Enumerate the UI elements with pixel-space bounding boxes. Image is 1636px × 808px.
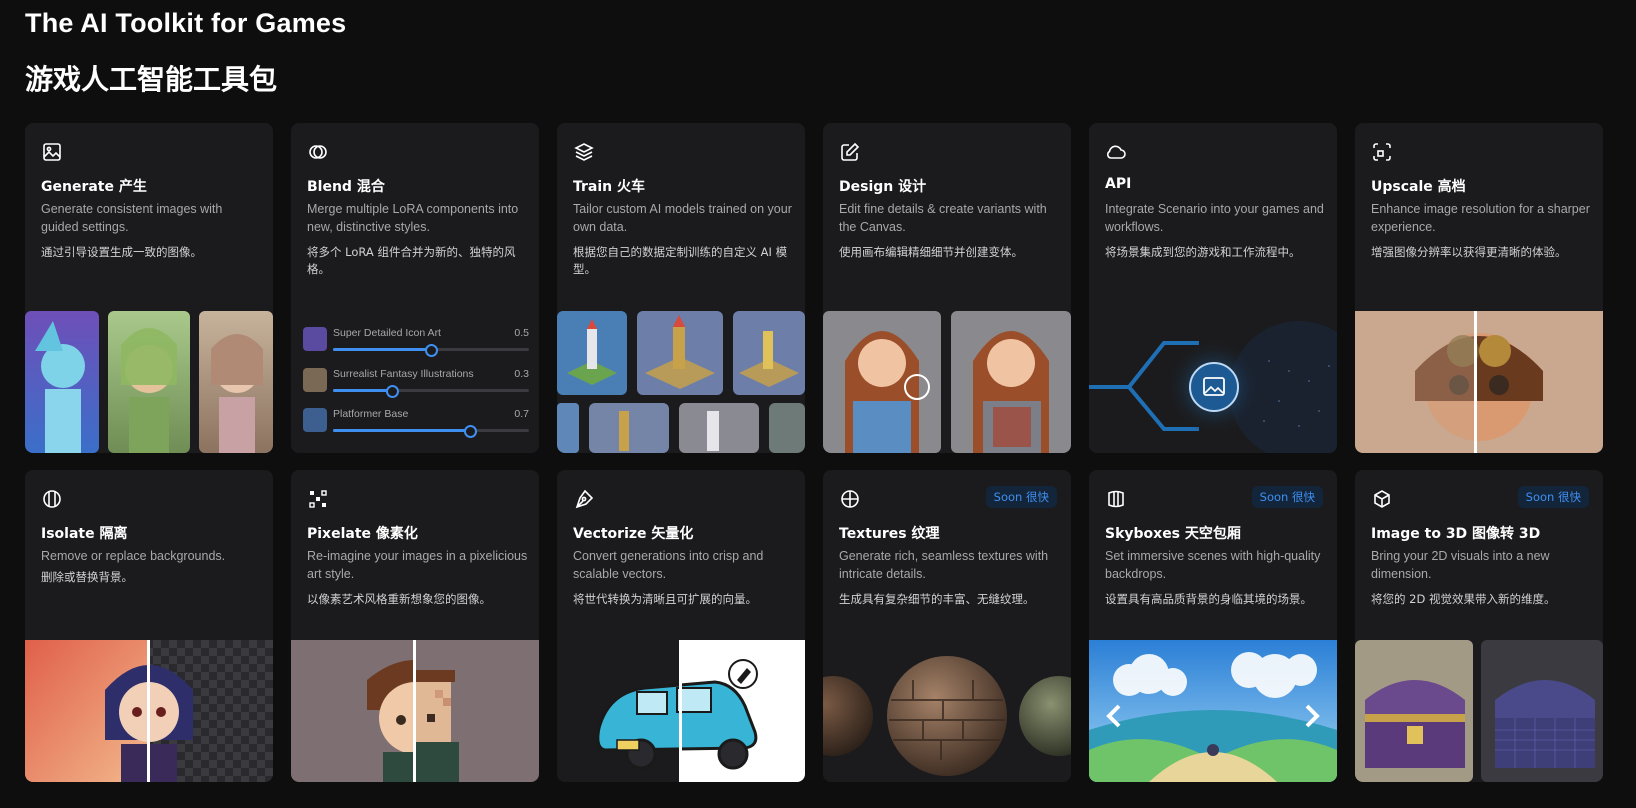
card-generate[interactable]: Generate 产生 Generate consistent images w…: [25, 123, 273, 453]
page-title: The AI Toolkit for Games: [25, 8, 347, 38]
pen-icon: [573, 488, 595, 510]
card-description-cn: 使用画布编辑精细细节并创建变体。: [839, 245, 1023, 259]
pixelate-icon: [307, 488, 329, 510]
slider-fill: [333, 429, 471, 432]
upscale-icon: [1371, 141, 1393, 163]
card-description-cn: 设置具有高品质背景的身临其境的场景。: [1105, 592, 1312, 606]
card-design[interactable]: Design 设计 Edit fine details & create var…: [823, 123, 1071, 453]
card-description: Set immersive scenes with high-quality b…: [1105, 549, 1321, 581]
card-isolate[interactable]: Isolate 隔离 Remove or replace backgrounds…: [25, 470, 273, 782]
card-description-cn: 以像素艺术风格重新想象您的图像。: [307, 592, 491, 606]
card-textures[interactable]: Soon 很快 Textures 纹理 Generate rich, seaml…: [823, 470, 1071, 782]
card-title: Blend 混合: [307, 179, 385, 195]
card-description: Generate rich, seamless textures with in…: [839, 549, 1049, 581]
image-icon: [41, 141, 63, 163]
page-subtitle-cn: 游戏人工智能工具包: [25, 63, 278, 96]
edit-icon: [839, 141, 861, 163]
vectorize-comparison-image: [557, 640, 805, 782]
slider-row[interactable]: Super Detailed Icon Art 0.5: [303, 327, 529, 357]
card-title: Image to 3D 图像转 3D: [1371, 526, 1541, 542]
status-badge: Soon 很快: [1251, 486, 1323, 508]
card-description-cn: 增强图像分辨率以获得更清晰的体验。: [1371, 245, 1567, 259]
card-description: Convert generations into crisp and scala…: [573, 549, 764, 581]
api-illustration: [1089, 311, 1337, 453]
card-description-cn: 将您的 2D 视觉效果带入新的维度。: [1371, 592, 1556, 606]
card-description: Integrate Scenario into your games and w…: [1105, 202, 1324, 234]
card-description-cn: 将多个 LoRA 组件合并为新的、独特的风格。: [307, 245, 516, 276]
slider-knob[interactable]: [425, 344, 438, 357]
card-title: Generate 产生: [41, 179, 147, 195]
toolkit-page: The AI Toolkit for Games 游戏人工智能工具包 Gener…: [0, 0, 1636, 808]
card-description-cn: 删除或替换背景。: [41, 570, 133, 584]
slider-value: 0.3: [514, 368, 529, 380]
card-description-cn: 将场景集成到您的游戏和工作流程中。: [1105, 245, 1301, 259]
card-vectorize[interactable]: Vectorize 矢量化 Convert generations into c…: [557, 470, 805, 782]
card-title: Train 火车: [573, 179, 646, 195]
card-description: Tailor custom AI models trained on your …: [573, 202, 792, 234]
isolate-comparison-image: [25, 640, 273, 782]
slider-knob[interactable]: [464, 425, 478, 438]
isolate-icon: [41, 488, 63, 510]
cylinder-icon: [1105, 488, 1127, 510]
cube-icon: [1371, 488, 1393, 510]
card-title: Design 设计: [839, 179, 927, 195]
image-to-3d-preview: [1355, 640, 1603, 782]
textures-spheres-image: [823, 640, 1071, 782]
slider-fill: [333, 389, 392, 392]
globe-icon: [839, 488, 861, 510]
cloud-icon: [1105, 141, 1127, 163]
upscale-comparison-image: [1355, 311, 1603, 453]
lora-thumbnail: [303, 408, 327, 432]
lora-thumbnail: [303, 327, 327, 351]
lora-thumbnail: [303, 368, 327, 392]
slider-track[interactable]: [333, 425, 529, 438]
blend-sliders: Super Detailed Icon Art 0.5 Surrealist F…: [291, 311, 539, 453]
train-preview-images: [557, 311, 805, 453]
card-description: Bring your 2D visuals into a new dimensi…: [1371, 549, 1550, 581]
card-pixelate[interactable]: Pixelate 像素化 Re-imagine your images in a…: [291, 470, 539, 782]
card-title: Pixelate 像素化: [307, 526, 418, 542]
design-preview-images: [823, 311, 1071, 453]
card-description: Merge multiple LoRA components into new,…: [307, 202, 519, 234]
card-description: Remove or replace backgrounds.: [41, 549, 226, 563]
pixelate-comparison-image: [291, 640, 539, 782]
status-badge: Soon 很快: [985, 486, 1057, 508]
card-description: Enhance image resolution for a sharper e…: [1371, 202, 1590, 234]
card-description: Generate consistent images with guided s…: [41, 202, 223, 234]
slider-fill: [333, 348, 431, 351]
card-title: API: [1105, 176, 1132, 192]
layers-icon: [573, 141, 595, 163]
slider-knob[interactable]: [385, 385, 399, 398]
card-description-cn: 通过引导设置生成一致的图像。: [41, 245, 202, 259]
card-description: Re-imagine your images in a pixelicious …: [307, 549, 528, 581]
card-train[interactable]: Train 火车 Tailor custom AI models trained…: [557, 123, 805, 453]
slider-label: Super Detailed Icon Art: [333, 327, 441, 339]
card-title: Upscale 高档: [1371, 179, 1466, 195]
card-description-cn: 根据您自己的数据定制训练的自定义 AI 模型。: [573, 245, 788, 276]
generate-preview-images: [25, 311, 273, 453]
slider-value: 0.5: [514, 327, 529, 339]
card-upscale[interactable]: Upscale 高档 Enhance image resolution for …: [1355, 123, 1603, 453]
card-image-to-3d[interactable]: Soon 很快 Image to 3D 图像转 3D Bring your 2D…: [1355, 470, 1603, 782]
card-description-cn: 生成具有复杂细节的丰富、无缝纹理。: [839, 592, 1035, 606]
slider-label: Surrealist Fantasy Illustrations: [333, 368, 474, 380]
card-title: Skyboxes 天空包厢: [1105, 526, 1241, 542]
card-title: Isolate 隔离: [41, 526, 128, 542]
status-badge: Soon 很快: [1517, 486, 1589, 508]
skybox-panorama-image: [1089, 640, 1337, 782]
slider-label: Platformer Base: [333, 408, 409, 420]
slider-track[interactable]: [333, 344, 529, 357]
card-title: Textures 纹理: [839, 526, 940, 542]
slider-value: 0.7: [514, 408, 529, 420]
card-skyboxes[interactable]: Soon 很快 Skyboxes 天空包厢 Set immersive scen…: [1089, 470, 1337, 782]
card-blend[interactable]: Blend 混合 Merge multiple LoRA components …: [291, 123, 539, 453]
slider-row[interactable]: Platformer Base 0.7: [303, 408, 529, 438]
slider-row[interactable]: Surrealist Fantasy Illustrations 0.3: [303, 368, 529, 398]
card-description: Edit fine details & create variants with…: [839, 202, 1047, 234]
slider-track[interactable]: [333, 385, 529, 398]
blend-circles-icon: [307, 141, 329, 163]
card-description-cn: 将世代转换为清晰且可扩展的向量。: [573, 592, 757, 606]
card-title: Vectorize 矢量化: [573, 526, 694, 542]
card-api[interactable]: API Integrate Scenario into your games a…: [1089, 123, 1337, 453]
